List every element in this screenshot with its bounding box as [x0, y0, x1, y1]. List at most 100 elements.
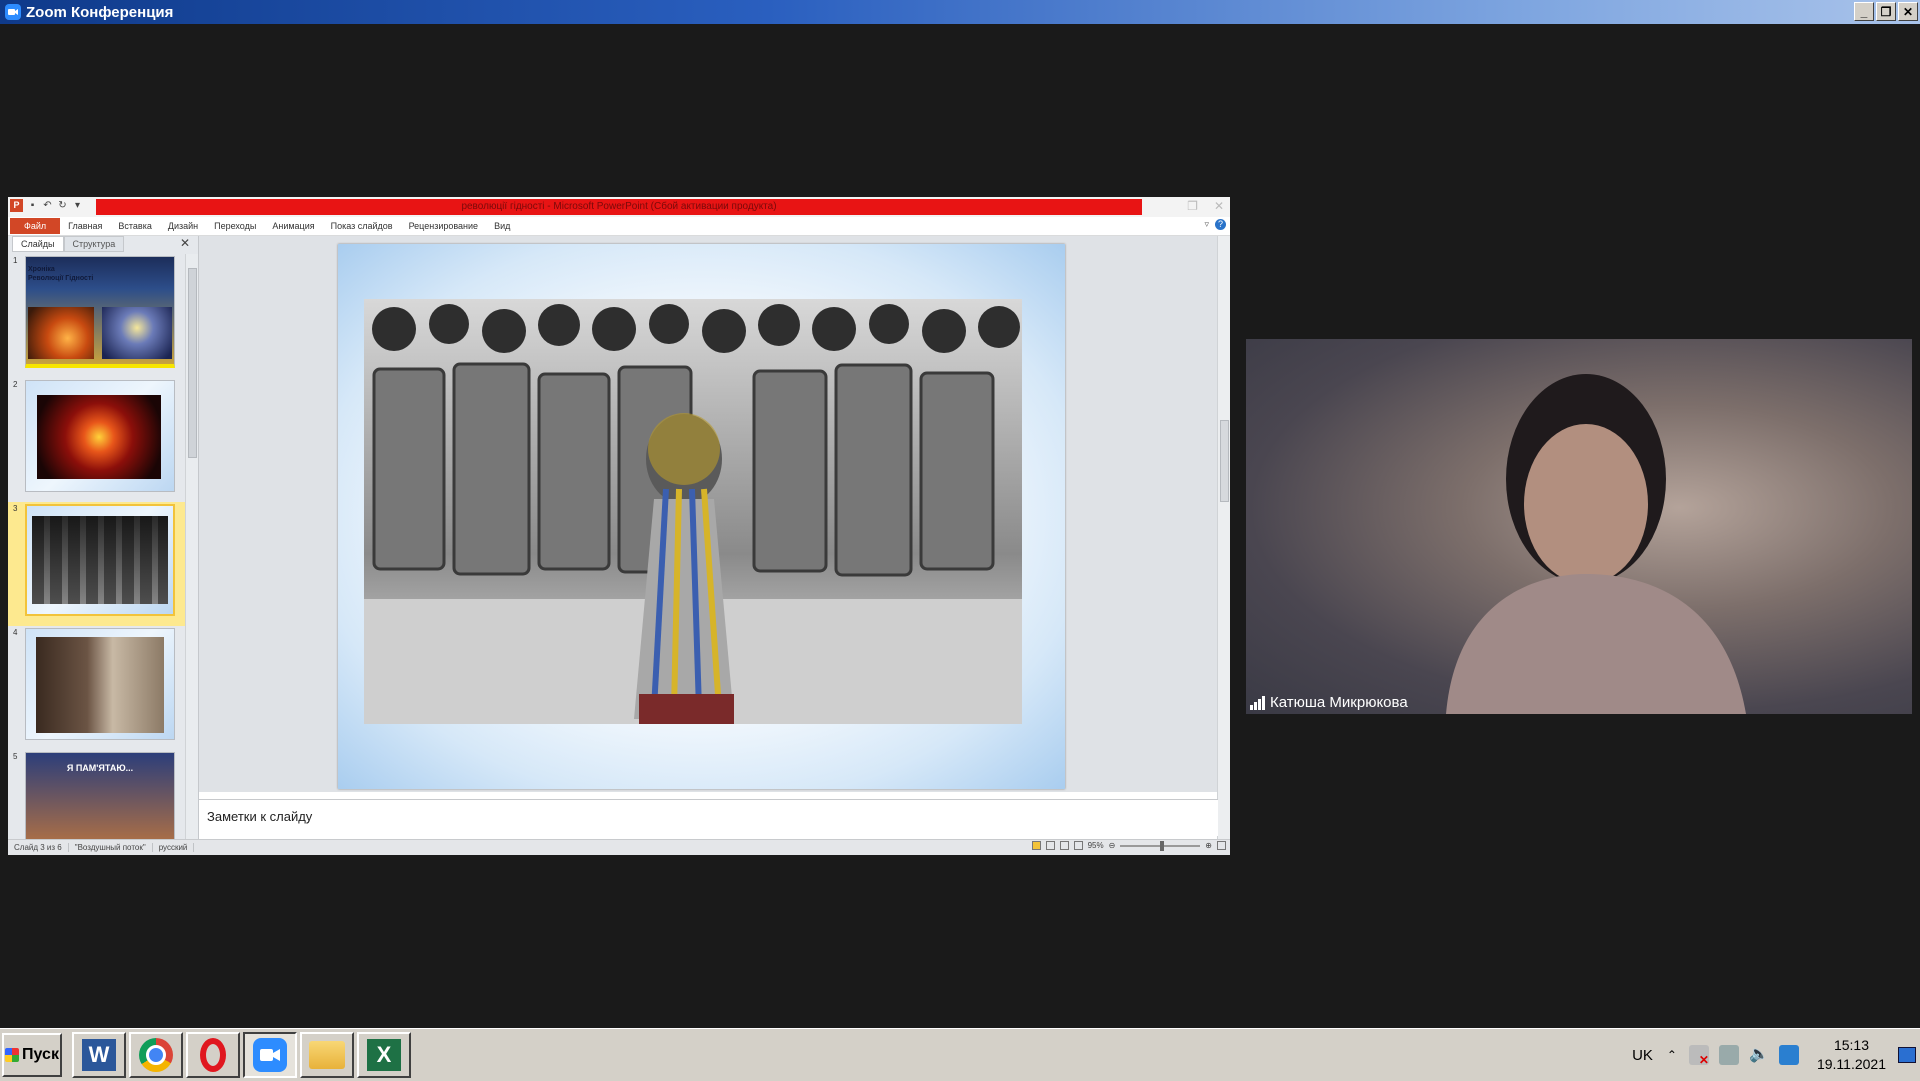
close-button[interactable]: ✕	[1898, 2, 1918, 21]
tab-slideshow[interactable]: Показ слайдов	[323, 221, 401, 231]
notes-pane[interactable]: Заметки к слайду	[199, 799, 1218, 836]
tray-expand-icon[interactable]: ⌃	[1667, 1048, 1677, 1062]
slide1-title-line2: Революції Гідності	[28, 275, 94, 282]
slide-number: 3	[13, 504, 18, 513]
tab-design[interactable]: Дизайн	[160, 221, 206, 231]
slide-number: 5	[13, 752, 18, 761]
clock[interactable]: 15:13 19.11.2021	[1817, 1036, 1886, 1074]
taskbar-chrome[interactable]	[129, 1032, 183, 1078]
slide-sorter-icon[interactable]	[1045, 841, 1055, 850]
slide-thumbnail-4[interactable]: 4	[8, 626, 186, 750]
slides-pane-scrollbar[interactable]	[185, 254, 198, 839]
slide-editor-scrollbar[interactable]	[1217, 236, 1230, 839]
slide-number: 2	[13, 380, 18, 389]
windows-flag-icon	[5, 1048, 20, 1062]
keyboard-language[interactable]: UK	[1632, 1047, 1653, 1064]
taskbar-excel[interactable]: X	[357, 1032, 411, 1078]
help-icon[interactable]: ?	[1215, 219, 1226, 230]
slide4-photo	[36, 637, 164, 733]
tab-review[interactable]: Рецензирование	[401, 221, 487, 231]
slide1-title-line1: Хроніка	[28, 266, 55, 273]
slide-editor	[199, 236, 1218, 792]
show-desktop-icon[interactable]	[1898, 1047, 1916, 1063]
ppt-title-bar: P ▪ ↶ ↻ ▾ революції гідності - Microsoft…	[8, 197, 1230, 217]
participant-name: Катюша Микрюкова	[1270, 694, 1408, 711]
zoom-out-icon[interactable]: ⊖	[1109, 841, 1116, 850]
participant-video[interactable]: Катюша Микрюкова	[1246, 339, 1912, 714]
slide3-protest-image	[32, 516, 168, 604]
save-icon[interactable]: ▪	[27, 200, 38, 211]
slide-counter: Слайд 3 из 6	[8, 843, 69, 852]
redo-icon[interactable]: ↻	[57, 200, 68, 211]
normal-view-icon[interactable]	[1031, 841, 1041, 850]
action-center-icon[interactable]	[1778, 1045, 1799, 1065]
slide-thumbnail-1[interactable]: 1 Хроніка Революції Гідності	[8, 254, 186, 378]
quick-access-toolbar: P ▪ ↶ ↻ ▾	[10, 199, 83, 212]
tab-file[interactable]: Файл	[10, 218, 61, 234]
customize-chevron-icon[interactable]: ▾	[72, 200, 83, 211]
slide1-photo-crowd	[102, 307, 172, 359]
network-error-icon[interactable]: ✕	[1688, 1045, 1709, 1067]
tab-outline[interactable]: Структура	[63, 236, 125, 252]
taskbar: Пуск W X UK ⌃ ✕ 🔈 15:13 19.11.2021	[0, 1028, 1920, 1081]
ppt-status-bar: Слайд 3 из 6 "Воздушный поток" русский 9…	[8, 839, 1230, 855]
signal-strength-icon	[1250, 695, 1265, 710]
undo-icon[interactable]: ↶	[42, 200, 53, 211]
zoom-in-icon[interactable]: ⊕	[1205, 841, 1212, 850]
reading-view-icon[interactable]	[1059, 841, 1069, 850]
ribbon-tabs: Файл Главная Вставка Дизайн Переходы Ани…	[8, 217, 1230, 236]
pane-close-icon[interactable]: ✕	[180, 236, 190, 250]
clock-date: 19.11.2021	[1816, 1056, 1886, 1072]
slides-pane: Слайды Структура ✕ 1 Хроніка Революції Г…	[8, 236, 199, 839]
notes-placeholder: Заметки к слайду	[207, 809, 313, 824]
current-slide[interactable]	[338, 244, 1065, 789]
slide5-title: Я ПАМ'ЯТАЮ...	[66, 763, 134, 773]
slide2-candle-image	[37, 395, 161, 479]
slide-thumbnail-5[interactable]: 5 Я ПАМ'ЯТАЮ...	[8, 750, 186, 839]
ppt-restore-icon[interactable]: ❐	[1187, 199, 1198, 213]
start-button[interactable]: Пуск	[2, 1033, 62, 1077]
ribbon-collapse-icon[interactable]: ▿	[1204, 219, 1209, 230]
chrome-icon	[139, 1038, 173, 1072]
powerpoint-logo-icon: P	[10, 199, 23, 212]
tab-transitions[interactable]: Переходы	[206, 221, 264, 231]
clock-time: 15:13	[1833, 1037, 1869, 1053]
ppt-close-icon[interactable]: ✕	[1214, 199, 1224, 213]
slide-number: 1	[13, 256, 18, 265]
zoom-window-title: Zoom Конференция	[26, 3, 174, 21]
taskbar-zoom[interactable]	[243, 1032, 297, 1078]
fit-to-window-icon[interactable]	[1217, 841, 1226, 850]
slideshow-icon[interactable]	[1073, 841, 1083, 850]
participant-video-frame	[1446, 374, 1746, 714]
slide-thumbnail-3[interactable]: 3	[8, 502, 186, 626]
volume-icon[interactable]: 🔈	[1749, 1045, 1769, 1065]
shared-screen-powerpoint: P ▪ ↶ ↻ ▾ революції гідності - Microsoft…	[8, 197, 1230, 855]
excel-icon: X	[367, 1039, 401, 1071]
slide-number: 4	[13, 628, 18, 637]
minimize-button[interactable]: _	[1854, 2, 1874, 21]
word-icon: W	[82, 1039, 116, 1071]
folder-icon	[309, 1041, 345, 1069]
system-tray: UK ⌃ ✕ 🔈 15:13 19.11.2021	[1632, 1033, 1920, 1077]
tab-view[interactable]: Вид	[486, 221, 518, 231]
tab-insert[interactable]: Вставка	[110, 221, 159, 231]
restore-button[interactable]: ❐	[1876, 2, 1896, 21]
slide-thumbnail-2[interactable]: 2	[8, 378, 186, 502]
slide1-photo-fire	[28, 307, 94, 359]
taskbar-opera[interactable]	[186, 1032, 240, 1078]
tab-home[interactable]: Главная	[60, 221, 110, 231]
language-indicator[interactable]: русский	[153, 843, 195, 852]
network-icon[interactable]	[1718, 1045, 1739, 1065]
ppt-document-title: революції гідності - Microsoft PowerPoin…	[96, 199, 1142, 215]
tab-animation[interactable]: Анимация	[264, 221, 322, 231]
zoom-slider[interactable]	[1120, 840, 1201, 851]
zoom-level[interactable]: 95%	[1088, 841, 1104, 850]
taskbar-word[interactable]: W	[72, 1032, 126, 1078]
slide-photo-protest[interactable]	[364, 299, 1022, 724]
slide-thumbnail-list: 1 Хроніка Революції Гідності 2 3 4 5 Я П…	[8, 254, 186, 839]
taskbar-explorer[interactable]	[300, 1032, 354, 1078]
zoom-title-bar[interactable]: Zoom Конференция _ ❐ ✕	[0, 0, 1920, 24]
opera-icon	[200, 1038, 226, 1072]
theme-name: "Воздушный поток"	[69, 843, 153, 852]
tab-slides[interactable]: Слайды	[12, 236, 64, 252]
